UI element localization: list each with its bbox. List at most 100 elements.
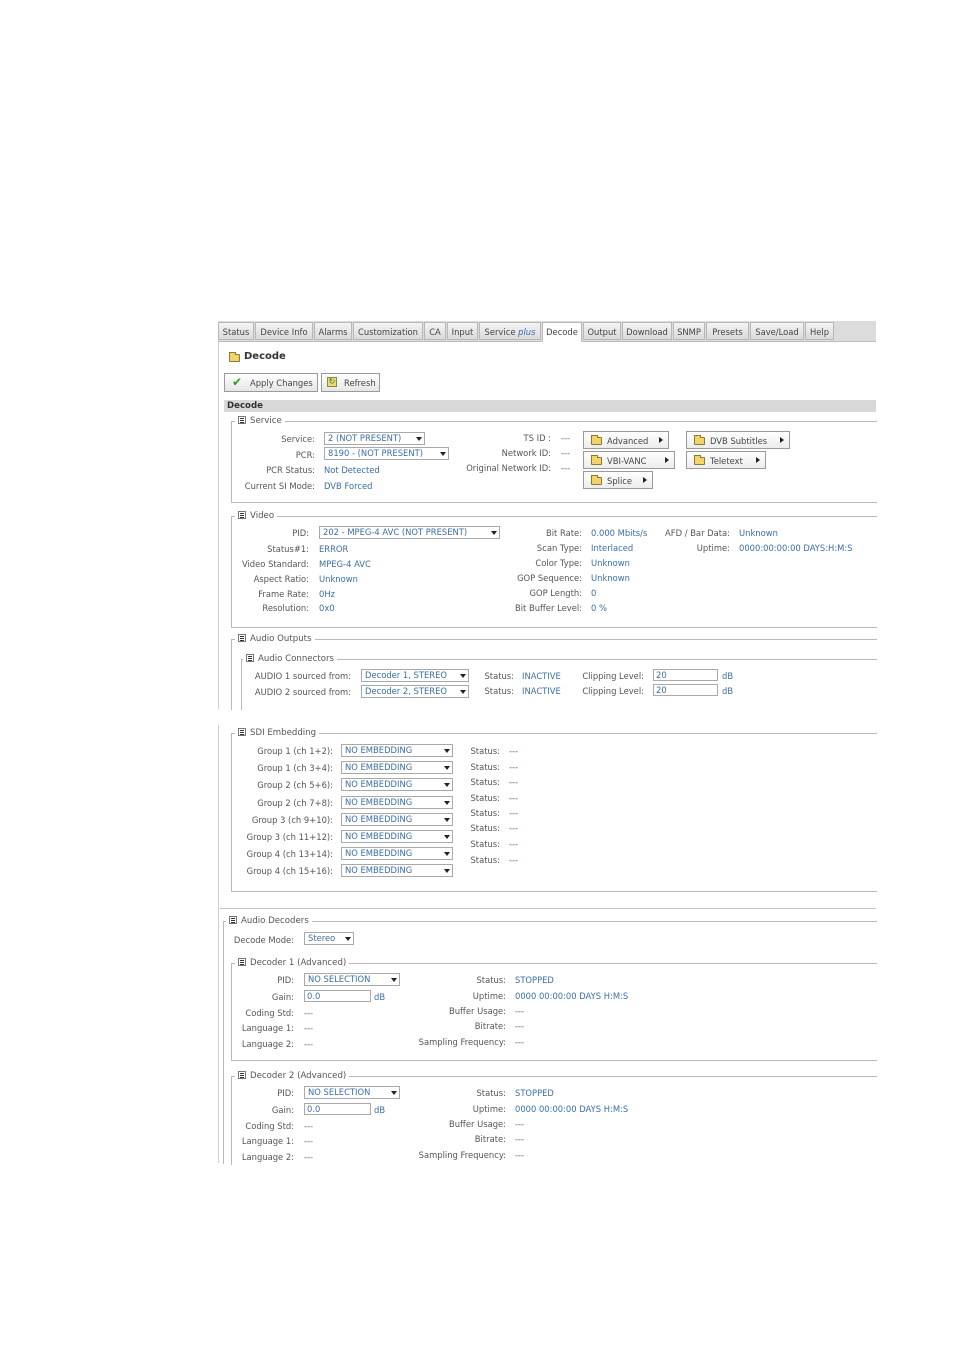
collapse-icon[interactable] [238,416,246,424]
tab-presets[interactable]: Presets [706,322,749,340]
sdi-status-label: Status: [470,746,500,756]
sdi-group-value: NO EMBEDDING [345,865,413,875]
collapse-icon[interactable] [238,958,246,966]
sdi-group-value: NO EMBEDDING [345,797,413,807]
tab-status[interactable]: Status [218,322,254,340]
refresh-label: Refresh [344,378,376,388]
tab-bar: Status Device Info Alarms Customization … [218,321,876,342]
language-1-label: Language 1: [241,1023,294,1033]
arrow-right-icon [659,437,663,443]
network-id-label: Network ID: [501,448,551,458]
audio-2-label: AUDIO 2 sourced from: [254,687,351,697]
sdi-status-label: Status: [470,839,500,849]
decoder-status-value: STOPPED [515,1088,554,1098]
audio-1-clipping-input[interactable]: 20 [653,669,718,681]
bit-buffer-value: 0 % [591,603,607,613]
dvb-subtitles-button[interactable]: DVB Subtitles [686,431,790,449]
vbi-vanc-button[interactable]: VBI-VANC [583,451,675,469]
decoder-gain-input[interactable]: 0.0 [304,1103,371,1115]
collapse-icon[interactable] [246,654,254,662]
chevron-down-icon [391,978,397,982]
decoder-pid-select[interactable]: NO SELECTION [304,1086,400,1099]
arrow-right-icon [756,457,760,463]
sdi-group-select[interactable]: NO EMBEDDING [341,864,453,877]
tab-save-load[interactable]: Save/Load [750,322,804,340]
frame-rate-label: Frame Rate: [258,589,309,599]
pcr-select[interactable]: 8190 - (NOT PRESENT) [324,447,449,460]
service-select[interactable]: 2 (NOT PRESENT) [324,432,425,445]
video-uptime-value: 0000:00:00:00 DAYS:H:M:S [739,543,853,553]
sdi-group-select[interactable]: NO EMBEDDING [341,830,453,843]
tab-download[interactable]: Download [622,322,672,340]
tab-output[interactable]: Output [583,322,621,340]
chevron-down-icon [444,869,450,873]
decoder-uptime-label: Uptime: [472,1104,506,1114]
tab-customization[interactable]: Customization [353,322,423,340]
tab-input[interactable]: Input [447,322,478,340]
sdi-group-select[interactable]: NO EMBEDDING [341,813,453,826]
sampling-frequency-value: --- [515,1037,525,1047]
decoder-gain-label: Gain: [271,992,294,1002]
audio-2-source-select[interactable]: Decoder 2, STEREO [361,685,469,698]
service-select-value: 2 (NOT PRESENT) [328,433,402,443]
audio-1-source-value: Decoder 1, STEREO [365,670,447,680]
sdi-embedding-legend-label: SDI Embedding [250,728,317,738]
audio-1-source-select[interactable]: Decoder 1, STEREO [361,669,469,682]
sdi-group-value: NO EMBEDDING [345,814,413,824]
sdi-group-select[interactable]: NO EMBEDDING [341,761,453,774]
sdi-group-select[interactable]: NO EMBEDDING [341,744,453,757]
sdi-status-label: Status: [470,808,500,818]
collapse-icon[interactable] [229,916,237,924]
decoder-status-label: Status: [476,975,506,985]
sdi-group-label: Group 2 (ch 7+8): [257,798,333,808]
collapse-icon[interactable] [238,728,246,736]
sdi-status-label: Status: [470,762,500,772]
sdi-group-select[interactable]: NO EMBEDDING [341,778,453,791]
folder-icon [591,435,602,445]
decoder-pid-label: PID: [277,975,294,985]
gop-length-value: 0 [591,588,597,598]
buffer-usage-label: Buffer Usage: [449,1006,506,1016]
sdi-group-label: Group 3 (ch 11+12): [246,832,333,842]
sdi-status-label: Status: [470,793,500,803]
tab-alarms[interactable]: Alarms [314,322,352,340]
audio-connectors-fieldset [241,659,877,710]
video-pid-select[interactable]: 202 - MPEG-4 AVC (NOT PRESENT) [319,526,500,539]
tab-device-info[interactable]: Device Info [255,322,313,340]
splice-button[interactable]: Splice [583,471,653,489]
tab-help[interactable]: Help [805,322,834,340]
collapse-icon[interactable] [238,1071,246,1079]
sdi-status-label: Status: [470,855,500,865]
collapse-icon[interactable] [238,634,246,642]
refresh-button[interactable]: ↻ Refresh [321,373,380,392]
tab-ca[interactable]: CA [424,322,446,340]
tab-snmp[interactable]: SNMP [673,322,705,340]
decoder-gain-input[interactable]: 0.0 [304,990,371,1002]
sdi-group-select[interactable]: NO EMBEDDING [341,796,453,809]
teletext-button[interactable]: Teletext [686,451,766,469]
apply-changes-button[interactable]: ✔ Apply Changes [224,373,318,392]
advanced-label: Advanced [607,436,649,446]
sdi-status-value: --- [509,793,519,803]
sdi-group-value: NO EMBEDDING [345,762,413,772]
decoder-uptime-value: 0000 00:00:00 DAYS H:M:S [515,991,629,1001]
decoder-bitrate-value: --- [515,1134,525,1144]
tab-decode[interactable]: Decode [542,322,582,342]
advanced-button[interactable]: Advanced [583,431,669,449]
gop-length-label: GOP Length: [529,588,582,598]
buffer-usage-value: --- [515,1006,525,1016]
decoder-bitrate-label: Bitrate: [474,1134,506,1144]
tab-service-plus[interactable]: Service plus [479,322,541,340]
video-standard-value: MPEG-4 AVC [319,559,371,569]
decoder-pid-select[interactable]: NO SELECTION [304,973,400,986]
audio-2-clipping-input[interactable]: 20 [653,684,718,696]
sdi-group-select[interactable]: NO EMBEDDING [341,847,453,860]
decode-mode-select[interactable]: Stereo [304,932,354,945]
language-2-value: --- [304,1039,314,1049]
collapse-icon[interactable] [238,511,246,519]
chevron-down-icon [440,452,446,456]
scan-type-value: Interlaced [591,543,634,553]
sdi-status-label: Status: [470,823,500,833]
aspect-ratio-value: Unknown [319,574,358,584]
audio-2-status-label: Status: [484,686,514,696]
